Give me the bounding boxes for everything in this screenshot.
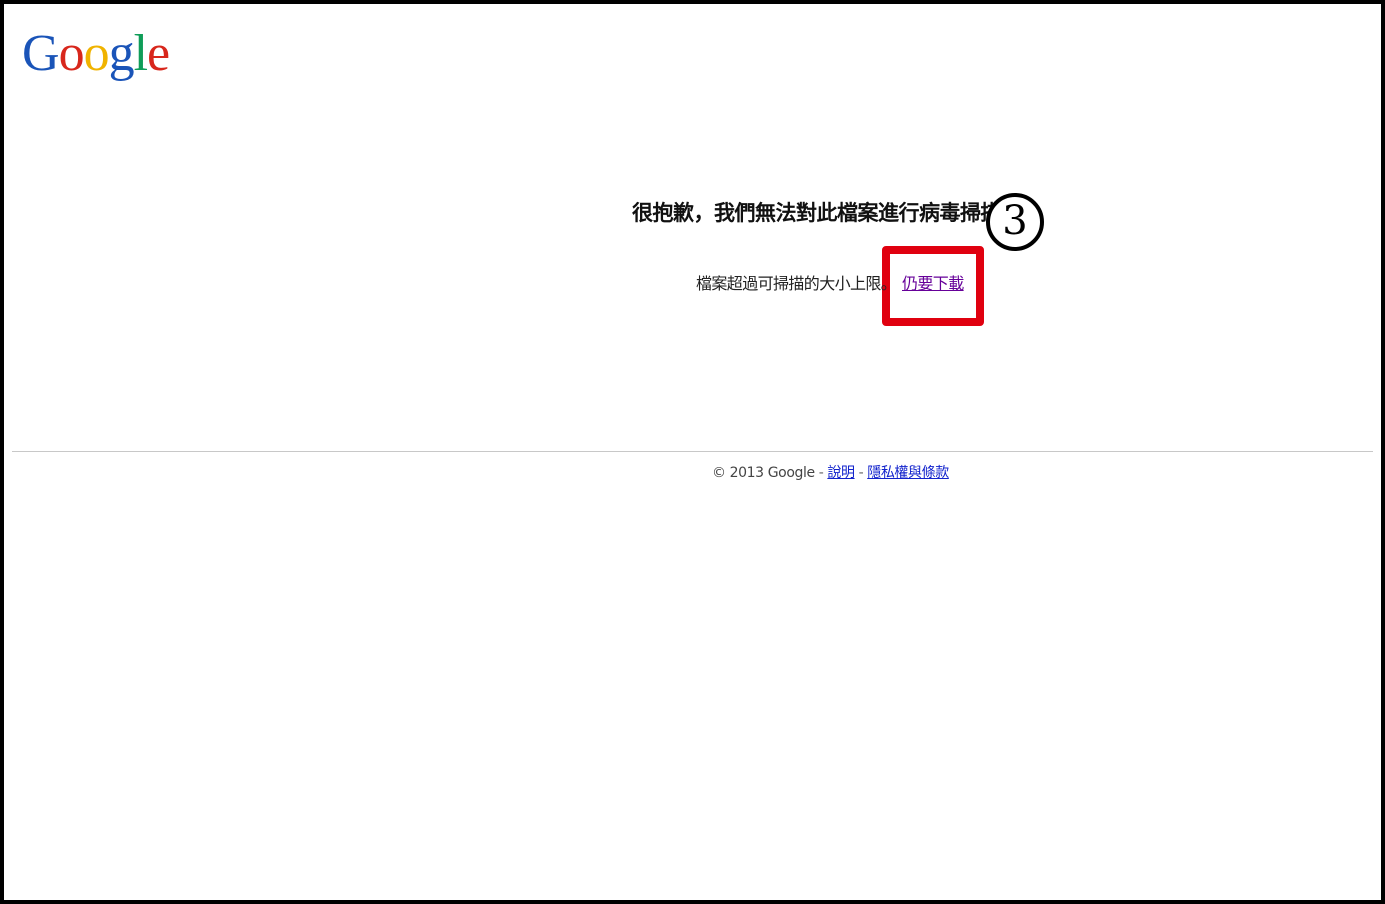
footer-separator: - [858,465,864,481]
logo-letter: o [58,25,85,82]
logo-letter: g [108,25,135,82]
footer: © 2013 Google - 說明 - 隱私權與條款 [712,462,949,482]
file-too-large-text: 檔案超過可掃描的大小上限。 [696,274,897,293]
logo-letter: l [133,25,148,82]
google-logo[interactable]: Google [22,25,170,82]
download-anyway-link[interactable]: 仍要下載 [902,270,964,294]
logo-letter: e [147,25,170,82]
logo-letter: G [22,25,60,82]
step-number-annotation: 3 [986,193,1044,251]
copyright-text: © 2013 Google [712,465,815,481]
footer-divider [12,451,1373,452]
privacy-terms-link[interactable]: 隱私權與條款 [867,465,949,481]
footer-separator: - [818,465,824,481]
scan-warning-headline: 很抱歉，我們無法對此檔案進行病毒掃描。 [632,201,1022,225]
screenshot-frame: Google 很抱歉，我們無法對此檔案進行病毒掃描。 3 檔案超過可掃描的大小上… [0,0,1385,904]
logo-letter: o [83,25,110,82]
help-link[interactable]: 說明 [827,465,855,481]
